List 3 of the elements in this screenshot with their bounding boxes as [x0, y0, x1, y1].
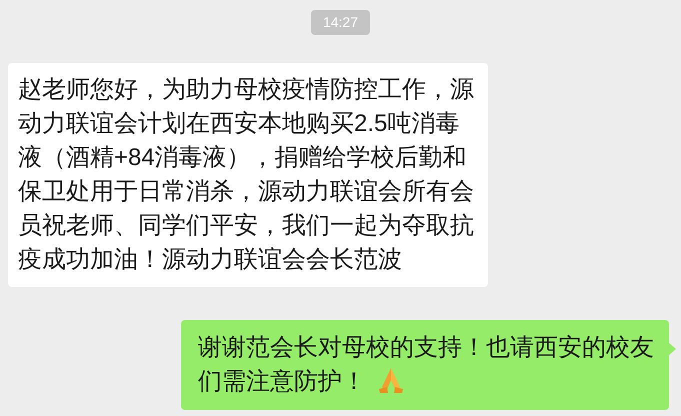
- message-text: 赵老师您好，为助力母校疫情防控工作，源动力联谊会计划在西安本地购买2.5吨消毒液（酒精+84消毒液），捐赠给学校后勤和保卫处用于日常消杀，源动力联谊会所有会员祝老师、同学们平安，我们一起为夺取抗疫成功加油！源动力联谊会会长范波: [18, 75, 475, 275]
- timestamp: 14:27: [310, 10, 370, 35]
- message-text: 谢谢范会长对母校的支持！也请西安的校友们需注意防护！: [198, 334, 654, 395]
